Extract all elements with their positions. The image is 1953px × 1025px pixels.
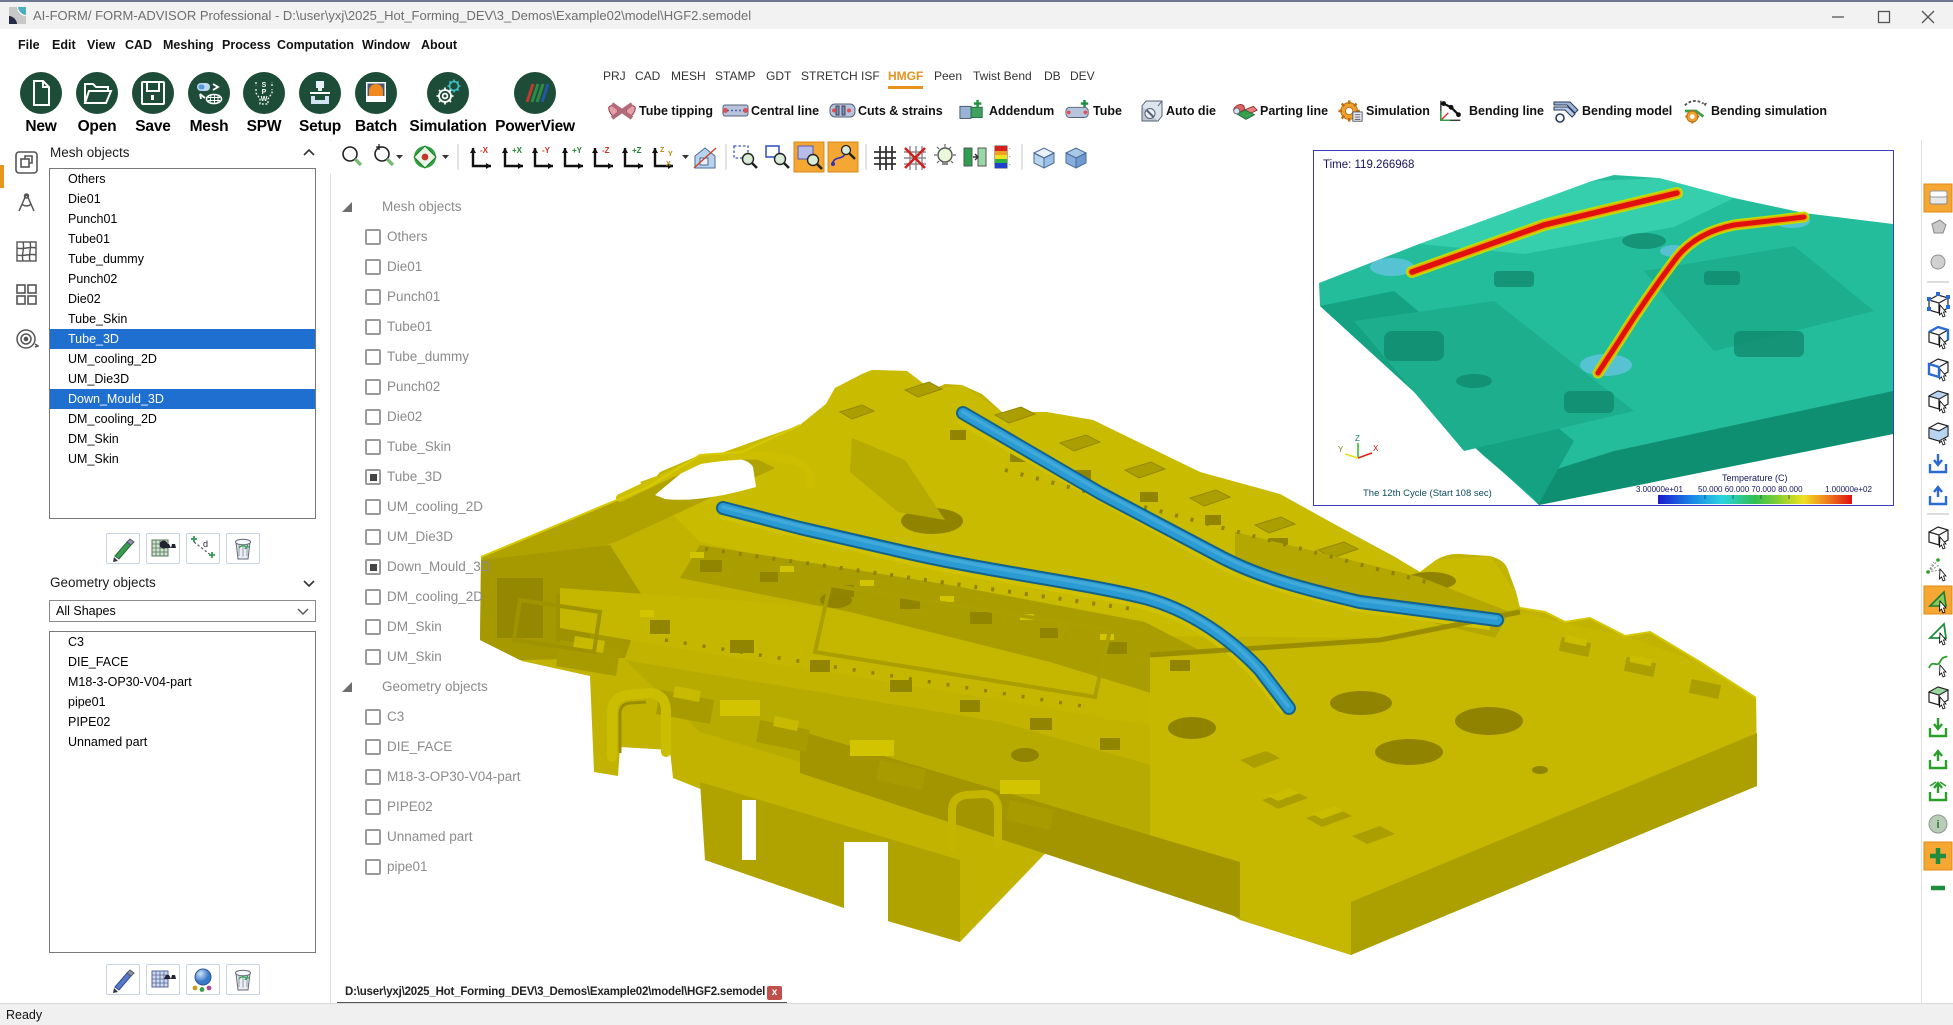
svg-text:i: i	[1936, 819, 1939, 831]
svg-text:Y: Y	[668, 151, 673, 158]
svg-text:-: -	[1009, 154, 1011, 160]
svg-text:S: S	[262, 82, 267, 89]
svg-text:Z: Z	[660, 147, 665, 154]
svg-text:Time: 119.266968: Time: 119.266968	[1323, 159, 1414, 171]
svg-text:Y: Y	[1338, 445, 1344, 454]
svg-text:X: X	[666, 161, 671, 168]
svg-text:The 12th Cycle (Start 108 sec): The 12th Cycle (Start 108 sec)	[1363, 488, 1492, 499]
svg-text:-: -	[1009, 162, 1011, 168]
svg-text:1.00000e+02: 1.00000e+02	[1825, 485, 1872, 494]
svg-text:Z: Z	[1355, 434, 1360, 443]
svg-text:+X: +X	[512, 146, 523, 155]
svg-text:-X: -X	[480, 146, 489, 155]
svg-text:-: -	[1009, 146, 1011, 152]
svg-text:Temperature (C): Temperature (C)	[1722, 473, 1788, 483]
svg-text:+Y: +Y	[572, 146, 583, 155]
svg-text:-Y: -Y	[542, 146, 551, 155]
svg-text:50.000 60.000 70.000 80.000: 50.000 60.000 70.000 80.000	[1698, 485, 1803, 494]
svg-text:P: P	[262, 89, 267, 96]
svg-text:-Z: -Z	[602, 146, 610, 155]
svg-text:W: W	[261, 96, 268, 103]
svg-text:3.00000e+01: 3.00000e+01	[1636, 485, 1683, 494]
svg-text:+Z: +Z	[632, 146, 642, 155]
svg-text:X: X	[1373, 444, 1379, 453]
svg-text:d: d	[203, 539, 208, 549]
